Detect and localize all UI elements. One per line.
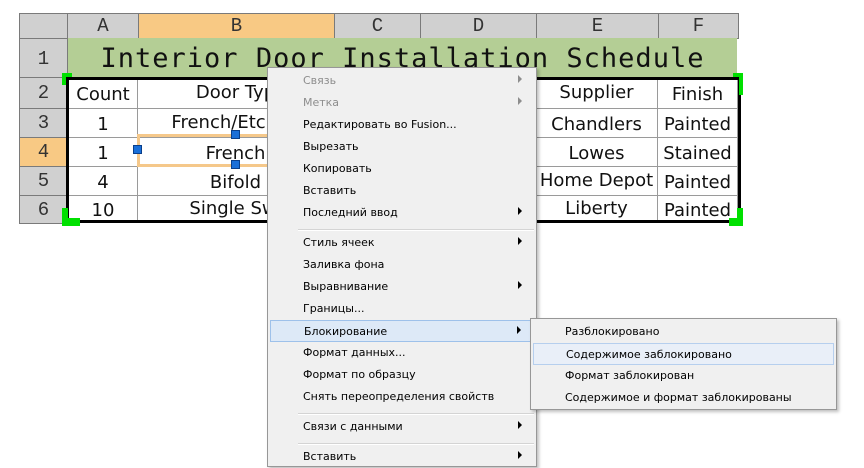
row-header-6[interactable]: 6 (19, 195, 68, 224)
cell-e6[interactable]: Liberty (536, 196, 658, 221)
menu-item-alignment[interactable]: Выравнивание (270, 276, 534, 298)
corner-grip-bottom-left-v (62, 208, 68, 226)
menu-item-insert[interactable]: Вставить (270, 446, 534, 468)
menu-item-background-fill[interactable]: Заливка фона (270, 254, 534, 276)
menu-item-borders[interactable]: Границы... (270, 298, 534, 320)
menu-item-label: Вырезать (303, 140, 359, 153)
grip-handle-top[interactable] (231, 130, 240, 139)
cell-e3[interactable]: Chandlers (536, 109, 658, 138)
cell-f4[interactable]: Stained (658, 138, 738, 167)
cell-f6[interactable]: Painted (658, 196, 738, 221)
submenu-item-unlocked[interactable]: Разблокировано (533, 321, 834, 343)
cell-e2[interactable]: Supplier (536, 79, 658, 109)
corner-grip-top-right-v (739, 73, 743, 95)
menu-item-label: Связи с данными (303, 420, 403, 433)
menu-item-label: Вставить (303, 450, 357, 463)
menu-item-data-format[interactable]: Формат данных... (270, 342, 534, 364)
menu-item-data-links[interactable]: Связи с данными (270, 416, 534, 438)
cell-a5[interactable]: 4 (69, 167, 138, 196)
menu-item-edit-in-fusion[interactable]: Редактировать во Fusion... (270, 114, 534, 136)
cell-a3[interactable]: 1 (69, 109, 138, 138)
column-header-a[interactable]: A (67, 13, 139, 39)
column-header-e[interactable]: E (536, 13, 659, 39)
menu-item-match-cell[interactable]: Формат по образцу (270, 364, 534, 386)
submenu-arrow-icon (518, 237, 522, 245)
cell-a2[interactable]: Count (69, 79, 138, 109)
menu-item-copy[interactable]: Копировать (270, 158, 534, 180)
submenu-arrow-icon (518, 97, 522, 105)
menu-item-label-mark[interactable]: Метка (270, 92, 534, 114)
menu-item-recent-input[interactable]: Последний ввод (270, 202, 534, 224)
menu-item-label: Формат данных... (303, 346, 406, 359)
corner-grip-bottom-right-v (737, 208, 743, 226)
submenu-item-label: Разблокировано (565, 325, 660, 338)
submenu-arrow-icon (518, 75, 522, 83)
menu-item-label: Границы... (303, 302, 365, 315)
cell-e4[interactable]: Lowes (536, 138, 658, 167)
cell-e5[interactable]: Home Depot (536, 167, 658, 196)
menu-separator (298, 443, 534, 445)
menu-item-label: Копировать (303, 162, 372, 175)
menu-item-label: Выравнивание (303, 280, 389, 293)
row-header-5[interactable]: 5 (19, 166, 68, 196)
grip-handle-left[interactable] (133, 145, 142, 154)
menu-item-label: Последний ввод (303, 206, 398, 219)
submenu-item-label: Содержимое и формат заблокированы (565, 391, 792, 404)
submenu-arrow-icon (518, 281, 522, 289)
row-header-3[interactable]: 3 (19, 108, 68, 138)
row-header-4[interactable]: 4 (19, 137, 68, 167)
locking-submenu: Разблокировано Содержимое заблокировано … (530, 318, 837, 410)
menu-item-label: Редактировать во Fusion... (303, 118, 457, 131)
submenu-item-format-locked[interactable]: Формат заблокирован (533, 365, 834, 387)
menu-item-locking[interactable]: Блокирование (270, 320, 534, 342)
submenu-arrow-icon (518, 207, 522, 215)
corner-header[interactable] (19, 13, 68, 39)
submenu-arrow-icon (518, 421, 522, 429)
menu-item-cut[interactable]: Вырезать (270, 136, 534, 158)
menu-item-paste[interactable]: Вставить (270, 180, 534, 202)
menu-item-label: Снять переопределения свойств (303, 390, 495, 403)
submenu-item-content-locked[interactable]: Содержимое заблокировано (533, 343, 834, 365)
context-menu: Связь Метка Редактировать во Fusion... В… (267, 67, 537, 467)
column-header-f[interactable]: F (658, 13, 739, 39)
menu-item-cell-style[interactable]: Стиль ячеек (270, 232, 534, 254)
menu-item-link[interactable]: Связь (270, 70, 534, 92)
corner-grip-top-left-v (62, 73, 66, 85)
submenu-arrow-icon (517, 326, 521, 334)
menu-separator (298, 229, 534, 231)
cell-f2[interactable]: Finish (658, 79, 738, 109)
row-header-2[interactable]: 2 (19, 77, 68, 109)
selected-cell-outline (137, 134, 271, 167)
submenu-item-content-and-format-locked[interactable]: Содержимое и формат заблокированы (533, 387, 834, 409)
menu-separator (298, 413, 534, 415)
row-header-1[interactable]: 1 (19, 38, 68, 78)
menu-item-label: Блокирование (304, 325, 388, 338)
menu-item-remove-overrides[interactable]: Снять переопределения свойств (270, 386, 534, 408)
submenu-item-label: Формат заблокирован (565, 369, 695, 382)
submenu-arrow-icon (518, 451, 522, 459)
menu-item-label: Вставить (303, 184, 357, 197)
grip-handle-bottom[interactable] (231, 160, 240, 169)
cell-f3[interactable]: Painted (658, 109, 738, 138)
menu-item-label: Связь (303, 74, 337, 87)
menu-item-label: Стиль ячеек (303, 236, 375, 249)
menu-item-label: Формат по образцу (303, 368, 416, 381)
menu-item-label: Заливка фона (303, 258, 385, 271)
column-header-d[interactable]: D (420, 13, 537, 39)
column-header-c[interactable]: C (334, 13, 421, 39)
cell-a4[interactable]: 1 (69, 138, 138, 167)
cell-f5[interactable]: Painted (658, 167, 738, 196)
column-header-b[interactable]: B (138, 13, 335, 39)
menu-item-label: Метка (303, 96, 340, 109)
submenu-item-label: Содержимое заблокировано (566, 348, 732, 361)
